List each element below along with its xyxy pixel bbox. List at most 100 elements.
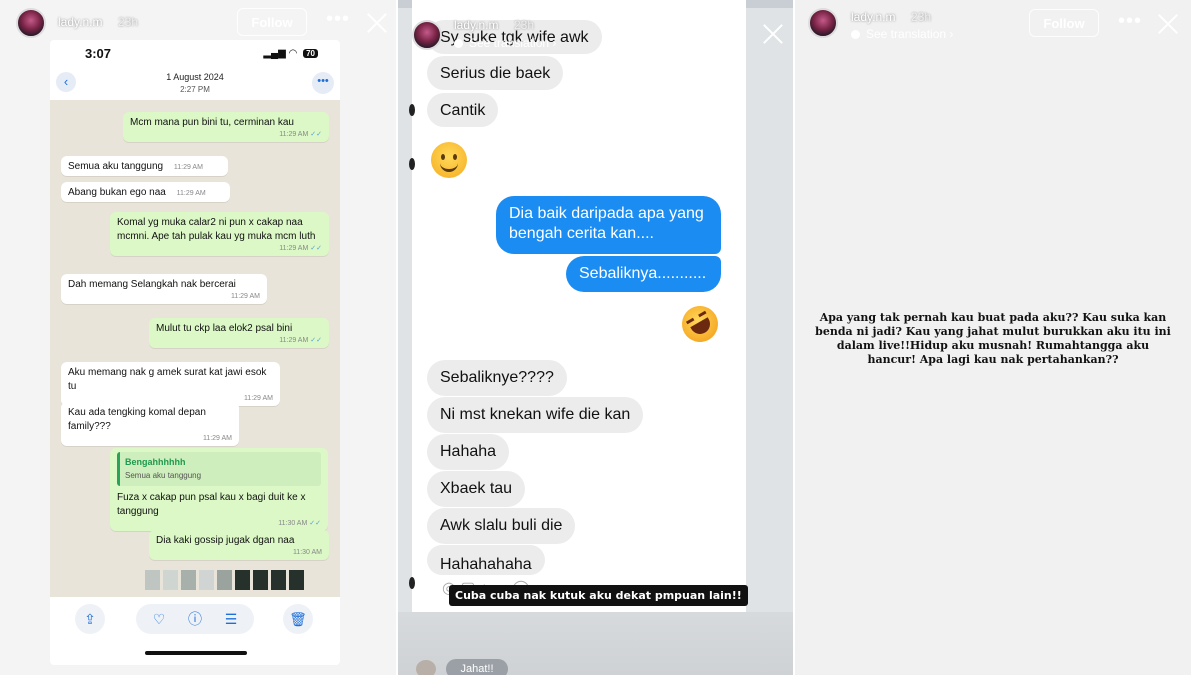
message-time: 11:29 AM <box>279 131 309 138</box>
thumbnail[interactable] <box>199 570 214 590</box>
see-translation-label: See translation › <box>866 27 954 41</box>
message-in: Hahaha <box>427 434 510 470</box>
read-ticks-icon: ✓✓ <box>310 337 322 344</box>
chat-date: 1 August 2024 <box>166 72 224 82</box>
messenger-screenshot: Sy suke tgk wife awk Serius die baek Can… <box>412 0 746 612</box>
quoted-text: Semua aku tanggung <box>125 471 202 480</box>
story-time: 23h <box>118 15 139 29</box>
message-out: Mulut tu ckp laa elok2 psal bini 11:29 A… <box>149 318 329 348</box>
story-time: 23h <box>514 18 535 32</box>
chat-header: ‹ 1 August 2024 2:27 PM ••• <box>50 66 340 100</box>
message-in: Semua aku tanggung 11:29 AM <box>61 156 228 176</box>
close-icon[interactable] <box>762 23 784 45</box>
message-in: Dah memang Selangkah nak bercerai 11:29 … <box>61 274 267 304</box>
see-translation-link[interactable]: See translation › <box>454 36 556 50</box>
status-icons: ▂▄▆ ◠ 70 <box>263 48 318 59</box>
message-out-reply: Bengahhhhhh Semua aku tanggung Fuza x ca… <box>110 448 328 531</box>
message-text: Dia kaki gossip jugak dgan naa <box>156 535 295 546</box>
message-in: Awk slalu buli die <box>427 508 576 544</box>
thumbnail[interactable] <box>217 570 232 590</box>
message-time: 11:29 AM <box>279 337 309 344</box>
photo-thumbnails[interactable] <box>145 570 335 592</box>
message-time: 11:29 AM <box>279 245 309 252</box>
follow-button[interactable]: Follow <box>237 8 307 36</box>
message-text: Komal yg muka calar2 ni pun x cakap naa … <box>117 217 316 242</box>
message-time: 11:29 AM <box>202 435 232 442</box>
message-in: Aku memang nak g amek surat kat jawi eso… <box>61 362 280 406</box>
message-in: Sebaliknye???? <box>427 360 567 396</box>
thumbnail[interactable] <box>289 570 304 590</box>
message-in: Ni mst knekan wife die kan <box>427 397 644 433</box>
message-in: Serius die baek <box>427 56 564 90</box>
story-header: lady.n.m 23h See translation › Follow ••… <box>795 0 1191 46</box>
username[interactable]: lady.n.m <box>851 10 895 24</box>
quoted-message[interactable]: Bengahhhhhh Semua aku tanggung <box>117 452 321 486</box>
message-in: Cantik <box>427 93 499 127</box>
photo-actions: ♡ ⓘ ☰ <box>136 604 254 634</box>
heart-icon[interactable]: ♡ <box>144 604 174 634</box>
story-header: lady.n.m 23h See translation › Follow ••… <box>398 0 793 50</box>
message-out: Dia baik daripada apa yang bengah cerita… <box>496 196 721 254</box>
message-text: Mulut tu ckp laa elok2 psal bini <box>156 323 293 334</box>
status-bar: 3:07 ▂▄▆ ◠ 70 <box>50 40 340 66</box>
message-out: Dia kaki gossip jugak dgan naa 11:30 AM <box>149 530 329 560</box>
avatar-edge <box>409 158 415 170</box>
info-icon[interactable]: ⓘ <box>180 604 210 634</box>
message-out: Komal yg muka calar2 ni pun x cakap naa … <box>110 212 329 256</box>
read-ticks-icon: ✓✓ <box>310 245 322 252</box>
adjust-icon[interactable]: ☰ <box>216 604 246 634</box>
story-panel-2: Sy suke tgk wife awk Serius die baek Can… <box>398 0 793 675</box>
avatar[interactable] <box>16 8 46 38</box>
smiling-face-emoji <box>431 142 467 178</box>
rolling-on-floor-laughing-emoji <box>675 299 725 349</box>
close-icon[interactable] <box>1157 13 1179 35</box>
username[interactable]: lady.n.m <box>58 15 102 29</box>
thumbnail[interactable] <box>235 570 250 590</box>
message-out: Sebaliknya........... <box>566 256 721 292</box>
message-text: Fuza x cakap pun psal kau x bagi duit ke… <box>117 492 306 517</box>
message-time: 11:29 AM <box>176 190 206 197</box>
message-time: 11:30 AM <box>278 520 308 527</box>
globe-icon <box>454 39 463 48</box>
message-in: Abang bukan ego naa 11:29 AM <box>61 182 230 202</box>
message-text: Kau ada tengking komal depan family??? <box>68 407 206 432</box>
story-text: Apa yang tak pernah kau buat pada aku?? … <box>815 311 1171 366</box>
read-ticks-icon: ✓✓ <box>309 520 321 527</box>
thumbnail[interactable] <box>163 570 178 590</box>
follow-button[interactable]: Follow <box>1029 9 1099 37</box>
message-in: Kau ada tengking komal depan family??? 1… <box>61 402 239 446</box>
message-out: Mcm mana pun bini tu, cerminan kau 11:29… <box>123 112 329 142</box>
share-icon[interactable]: ⇪ <box>75 604 105 634</box>
chat-area: Mcm mana pun bini tu, cerminan kau 11:29… <box>50 100 340 597</box>
status-time: 3:07 <box>85 46 112 61</box>
more-icon[interactable]: ••• <box>312 72 334 94</box>
message-text: Dah memang Selangkah nak bercerai <box>68 279 236 290</box>
story-panel-1: lady.n.m 23h Follow ••• 3:07 ▂▄▆ ◠ 70 ‹ … <box>0 0 396 675</box>
follow-button[interactable]: Follow <box>632 19 702 47</box>
thumbnail[interactable] <box>145 570 160 590</box>
phone-screenshot: 3:07 ▂▄▆ ◠ 70 ‹ 1 August 2024 2:27 PM ••… <box>50 40 340 665</box>
trash-icon[interactable]: 🗑 <box>283 604 313 634</box>
more-horizontal-icon[interactable]: ••• <box>722 21 746 41</box>
read-ticks-icon: ✓✓ <box>310 131 322 138</box>
thumbnail[interactable] <box>253 570 268 590</box>
thumbnail[interactable] <box>271 570 286 590</box>
avatar[interactable] <box>808 8 838 38</box>
thumbnail[interactable] <box>181 570 196 590</box>
more-horizontal-icon[interactable]: ••• <box>1118 11 1142 31</box>
globe-icon <box>851 30 860 39</box>
story-caption: Cuba cuba nak kutuk aku dekat pmpuan lai… <box>449 585 748 606</box>
close-icon[interactable] <box>366 12 388 34</box>
reply-chip[interactable]: Jahat!! <box>446 659 508 675</box>
message-text: Mcm mana pun bini tu, cerminan kau <box>130 117 294 128</box>
quoted-sender: Bengahhhhhh <box>125 457 186 467</box>
message-in: Xbaek tau <box>427 471 526 507</box>
avatar[interactable] <box>412 20 442 50</box>
see-translation-link[interactable]: See translation › <box>851 27 953 41</box>
reply-avatar <box>416 660 436 675</box>
username[interactable]: lady.n.m <box>454 18 498 32</box>
more-horizontal-icon[interactable]: ••• <box>326 9 350 29</box>
story-time: 23h <box>911 10 932 24</box>
avatar-edge <box>409 104 415 116</box>
see-translation-label: See translation › <box>469 36 557 50</box>
